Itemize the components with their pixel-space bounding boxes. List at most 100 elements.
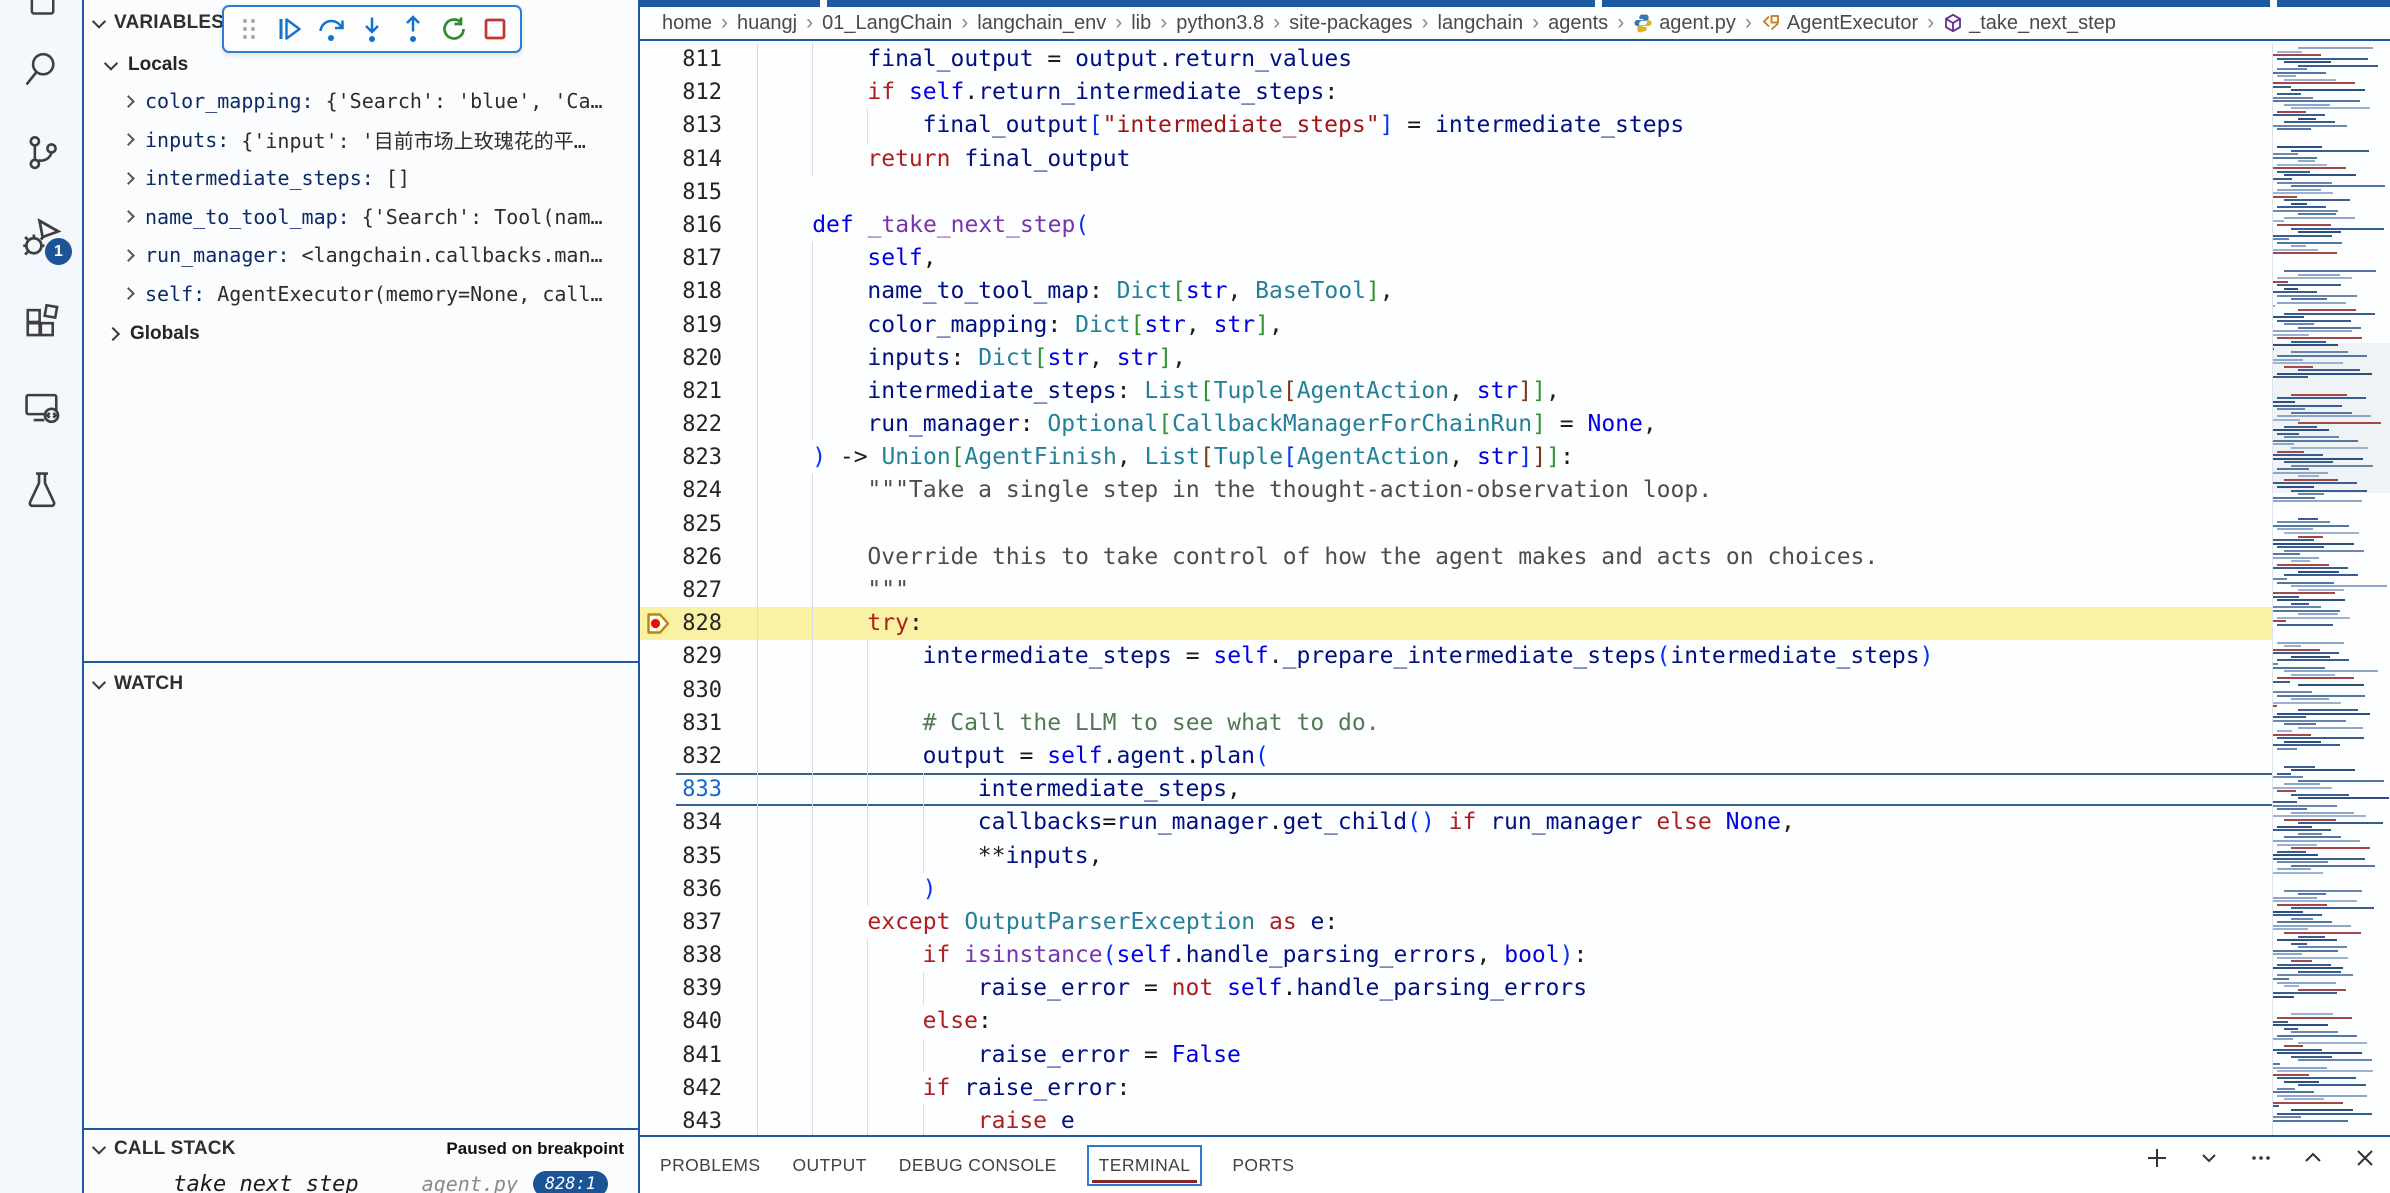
run-debug-icon[interactable]: 1 (18, 213, 66, 261)
minimap[interactable] (2272, 43, 2390, 1135)
code-line-842[interactable]: 842if raise_error: (640, 1072, 2272, 1105)
breakpoint-margin[interactable] (640, 508, 676, 541)
line-number[interactable]: 823 (676, 441, 722, 474)
line-number[interactable]: 830 (676, 674, 722, 707)
code-line-829[interactable]: 829intermediate_steps = self._prepare_in… (640, 640, 2272, 673)
line-number[interactable]: 841 (676, 1039, 722, 1072)
line-number[interactable]: 832 (676, 740, 722, 773)
breadcrumb-item-huangj[interactable]: huangj (737, 12, 797, 35)
code-line-816[interactable]: 816def _take_next_step( (640, 209, 2272, 242)
testing-icon[interactable] (18, 465, 66, 513)
breakpoint-margin[interactable] (640, 1039, 676, 1072)
code-editor[interactable]: 811final_output = output.return_values81… (640, 43, 2390, 1135)
line-number[interactable]: 829 (676, 640, 722, 673)
breakpoint-margin[interactable] (640, 972, 676, 1005)
line-number[interactable]: 816 (676, 209, 722, 242)
breakpoint-margin[interactable] (640, 541, 676, 574)
line-number[interactable]: 835 (676, 840, 722, 873)
code-line-815[interactable]: 815 (640, 176, 2272, 209)
breadcrumb-item-home[interactable]: home (662, 12, 712, 35)
drag-handle-icon[interactable] (233, 13, 265, 45)
line-number[interactable]: 814 (676, 143, 722, 176)
call-stack-frame[interactable]: _take_next_step agent.py 828:1 (84, 1166, 638, 1193)
breakpoint-margin[interactable] (640, 906, 676, 939)
breadcrumb-item-langchain_env[interactable]: langchain_env (977, 12, 1106, 35)
code-line-838[interactable]: 838if isinstance(self.handle_parsing_err… (640, 939, 2272, 972)
launch-profile-chevron-icon[interactable] (2196, 1145, 2222, 1171)
code-line-831[interactable]: 831# Call the LLM to see what to do. (640, 707, 2272, 740)
breakpoint-margin[interactable] (640, 342, 676, 375)
line-number[interactable]: 813 (676, 109, 722, 142)
line-number[interactable]: 834 (676, 806, 722, 839)
code-line-824[interactable]: 824"""Take a single step in the thought-… (640, 474, 2272, 507)
variable-row-color_mapping[interactable]: color_mapping: {'Search': 'blue', 'Ca… (84, 82, 638, 121)
line-number[interactable]: 820 (676, 342, 722, 375)
globals-group[interactable]: Globals (84, 317, 638, 351)
line-number[interactable]: 821 (676, 375, 722, 408)
code-line-835[interactable]: 835**inputs, (640, 840, 2272, 873)
code-line-830[interactable]: 830 (640, 674, 2272, 707)
breakpoint-margin[interactable] (640, 309, 676, 342)
breakpoint-margin[interactable] (640, 1072, 676, 1105)
code-line-811[interactable]: 811final_output = output.return_values (640, 43, 2272, 76)
breakpoint-margin[interactable] (640, 674, 676, 707)
watch-section-header[interactable]: WATCH (84, 667, 638, 701)
close-panel-icon[interactable] (2352, 1145, 2378, 1171)
panel-tab-output[interactable]: OUTPUT (790, 1147, 868, 1184)
variable-row-run_manager[interactable]: run_manager: <langchain.callbacks.man… (84, 236, 638, 275)
code-line-833[interactable]: 833intermediate_steps, (640, 773, 2272, 806)
code-line-839[interactable]: 839raise_error = not self.handle_parsing… (640, 972, 2272, 1005)
extensions-icon[interactable] (18, 298, 66, 346)
line-number[interactable]: 836 (676, 873, 722, 906)
line-number[interactable]: 812 (676, 76, 722, 109)
code-line-819[interactable]: 819color_mapping: Dict[str, str], (640, 309, 2272, 342)
breakpoint-margin[interactable] (640, 474, 676, 507)
panel-tab-ports[interactable]: PORTS (1230, 1147, 1296, 1184)
stop-button[interactable] (479, 13, 511, 45)
breakpoint-margin[interactable] (640, 806, 676, 839)
line-number[interactable]: 817 (676, 242, 722, 275)
variable-row-name_to_tool_map[interactable]: name_to_tool_map: {'Search': Tool(nam… (84, 198, 638, 237)
panel-tab-problems[interactable]: PROBLEMS (658, 1147, 762, 1184)
code-line-821[interactable]: 821intermediate_steps: List[Tuple[AgentA… (640, 375, 2272, 408)
breadcrumb-item-01_LangChain[interactable]: 01_LangChain (822, 12, 952, 35)
breakpoint-margin[interactable] (640, 840, 676, 873)
remote-explorer-icon[interactable] (18, 383, 66, 431)
search-icon[interactable] (18, 45, 66, 93)
code-line-812[interactable]: 812if self.return_intermediate_steps: (640, 76, 2272, 109)
code-line-814[interactable]: 814return final_output (640, 143, 2272, 176)
breakpoint-margin[interactable] (640, 773, 676, 806)
breakpoint-margin[interactable] (640, 242, 676, 275)
panel-tab-debug-console[interactable]: DEBUG CONSOLE (897, 1147, 1059, 1184)
code-line-827[interactable]: 827""" (640, 574, 2272, 607)
breadcrumb-item-_take_next_step[interactable]: _take_next_step (1943, 12, 2116, 35)
breadcrumb-item-agents[interactable]: agents (1548, 12, 1608, 35)
restart-button[interactable] (438, 13, 470, 45)
line-number[interactable]: 843 (676, 1105, 722, 1135)
code-line-825[interactable]: 825 (640, 508, 2272, 541)
code-line-813[interactable]: 813final_output["intermediate_steps"] = … (640, 109, 2272, 142)
line-number[interactable]: 815 (676, 176, 722, 209)
variable-row-intermediate_steps[interactable]: intermediate_steps: [] (84, 159, 638, 198)
code-line-818[interactable]: 818name_to_tool_map: Dict[str, BaseTool]… (640, 275, 2272, 308)
call-stack-section-header[interactable]: CALL STACK Paused on breakpoint (84, 1132, 638, 1166)
line-number[interactable]: 822 (676, 408, 722, 441)
line-number[interactable]: 840 (676, 1005, 722, 1038)
files-icon[interactable] (18, 0, 66, 24)
locals-group[interactable]: Locals (84, 48, 638, 82)
code-line-837[interactable]: 837except OutputParserException as e: (640, 906, 2272, 939)
line-number[interactable]: 827 (676, 574, 722, 607)
breakpoint-margin[interactable] (640, 43, 676, 76)
line-number[interactable]: 811 (676, 43, 722, 76)
breakpoint-margin[interactable] (640, 408, 676, 441)
line-number[interactable]: 831 (676, 707, 722, 740)
breakpoint-margin[interactable] (640, 939, 676, 972)
line-number[interactable]: 826 (676, 541, 722, 574)
source-control-icon[interactable] (18, 128, 66, 176)
line-number[interactable]: 818 (676, 275, 722, 308)
code-line-817[interactable]: 817self, (640, 242, 2272, 275)
variable-row-inputs[interactable]: inputs: {'input': '目前市场上玫瑰花的平… (84, 121, 638, 160)
breakpoint-margin[interactable] (640, 740, 676, 773)
breakpoint-margin[interactable] (640, 441, 676, 474)
breakpoint-margin[interactable] (640, 640, 676, 673)
